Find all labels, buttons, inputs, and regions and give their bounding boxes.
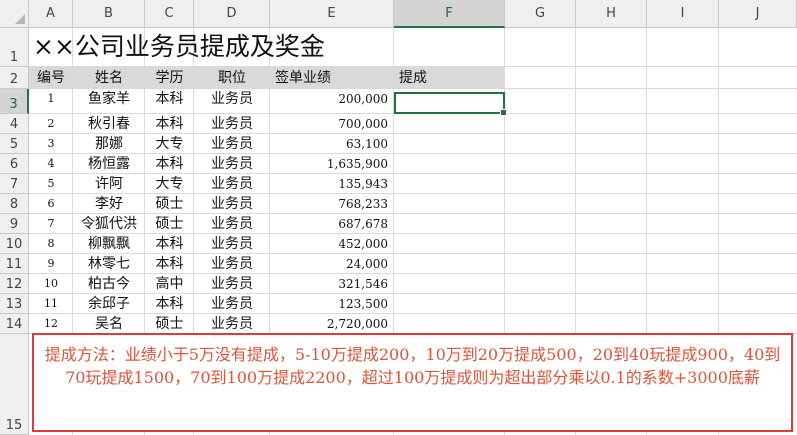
cell-education[interactable]: 本科 bbox=[145, 89, 194, 109]
select-all-corner[interactable] bbox=[0, 0, 29, 28]
cell-name[interactable]: 许阿 bbox=[73, 174, 145, 194]
cell-name[interactable]: 杨恒露 bbox=[73, 154, 145, 174]
cell-position[interactable]: 业务员 bbox=[194, 114, 270, 134]
column-header-g[interactable]: G bbox=[505, 0, 576, 28]
cell-id[interactable]: 7 bbox=[29, 214, 73, 234]
column-header-c[interactable]: C bbox=[145, 0, 194, 28]
cell-position[interactable]: 业务员 bbox=[194, 234, 270, 254]
cell-position[interactable]: 业务员 bbox=[194, 174, 270, 194]
column-header-d[interactable]: D bbox=[194, 0, 270, 28]
header-cell-c[interactable]: 学历 bbox=[145, 67, 194, 89]
cell-name[interactable]: 柳飘飘 bbox=[73, 234, 145, 254]
header-cell-b[interactable]: 姓名 bbox=[73, 67, 145, 89]
cell-position[interactable]: 业务员 bbox=[194, 314, 270, 334]
cell-id[interactable]: 9 bbox=[29, 254, 73, 274]
row-header-1[interactable]: 1 bbox=[0, 28, 29, 67]
column-header-a[interactable]: A bbox=[29, 0, 73, 28]
cell-id[interactable]: 2 bbox=[29, 114, 73, 134]
cell-education[interactable]: 高中 bbox=[145, 274, 194, 294]
row-header-13[interactable]: 13 bbox=[0, 294, 29, 314]
cell-education[interactable]: 大专 bbox=[145, 174, 194, 194]
cell-position[interactable]: 业务员 bbox=[194, 274, 270, 294]
cell-sales-amount[interactable]: 123,500 bbox=[270, 294, 394, 314]
row-header-6[interactable]: 6 bbox=[0, 154, 29, 174]
selected-cell-f3[interactable] bbox=[394, 92, 507, 116]
cell-sales-amount[interactable]: 1,635,900 bbox=[270, 154, 394, 174]
cell-id[interactable]: 11 bbox=[29, 294, 73, 314]
row-header-3[interactable]: 3 bbox=[0, 89, 29, 114]
row-header-14[interactable]: 14 bbox=[0, 314, 29, 334]
cell-id[interactable]: 4 bbox=[29, 154, 73, 174]
cell-position[interactable]: 业务员 bbox=[194, 89, 270, 109]
row-header-7[interactable]: 7 bbox=[0, 174, 29, 194]
header-cell-a[interactable]: 编号 bbox=[29, 67, 73, 89]
cell-position[interactable]: 业务员 bbox=[194, 194, 270, 214]
row-header-11[interactable]: 11 bbox=[0, 254, 29, 274]
cell-name[interactable]: 吴名 bbox=[73, 314, 145, 334]
cell-position[interactable]: 业务员 bbox=[194, 254, 270, 274]
cell-name[interactable]: 鱼家羊 bbox=[73, 89, 145, 109]
cell-sales-amount[interactable]: 135,943 bbox=[270, 174, 394, 194]
row-header-15[interactable]: 15 bbox=[0, 334, 29, 435]
cell-name[interactable]: 余邱子 bbox=[73, 294, 145, 314]
cell-sales-amount[interactable]: 200,000 bbox=[270, 89, 394, 109]
row-header-9[interactable]: 9 bbox=[0, 214, 29, 234]
cell-position[interactable]: 业务员 bbox=[194, 154, 270, 174]
cell-id[interactable]: 1 bbox=[29, 89, 73, 109]
row-header-10[interactable]: 10 bbox=[0, 234, 29, 254]
column-header-f[interactable]: F bbox=[394, 0, 505, 28]
cell-sales-amount[interactable]: 321,546 bbox=[270, 274, 394, 294]
cell-name[interactable]: 令狐代洪 bbox=[73, 214, 145, 234]
cell-id[interactable]: 12 bbox=[29, 314, 73, 334]
cell-education[interactable]: 本科 bbox=[145, 254, 194, 274]
cell-id[interactable]: 5 bbox=[29, 174, 73, 194]
cell-name[interactable]: 柏古今 bbox=[73, 274, 145, 294]
cell-name[interactable]: 林零七 bbox=[73, 254, 145, 274]
cell-id[interactable]: 10 bbox=[29, 274, 73, 294]
cell-name[interactable]: 李好 bbox=[73, 194, 145, 214]
cell-name[interactable]: 秋引春 bbox=[73, 114, 145, 134]
cell-sales-amount[interactable]: 687,678 bbox=[270, 214, 394, 234]
cell-position[interactable]: 业务员 bbox=[194, 294, 270, 314]
cell-education[interactable]: 本科 bbox=[145, 294, 194, 314]
cell-education[interactable]: 大专 bbox=[145, 134, 194, 154]
header-cell-e[interactable]: 签单业绩 bbox=[270, 67, 394, 89]
header-cell-f[interactable]: 提成 bbox=[394, 67, 505, 89]
cell-sales-amount[interactable]: 700,000 bbox=[270, 114, 394, 134]
cell-education[interactable]: 本科 bbox=[145, 234, 194, 254]
row-header-12[interactable]: 12 bbox=[0, 274, 29, 294]
cell-education[interactable]: 本科 bbox=[145, 154, 194, 174]
row-header-5[interactable]: 5 bbox=[0, 134, 29, 154]
cell-sales-amount[interactable]: 768,233 bbox=[270, 194, 394, 214]
cell-position[interactable]: 业务员 bbox=[194, 134, 270, 154]
commission-rules-note[interactable]: 提成方法：业绩小于5万没有提成，5-10万提成200，10万到20万提成500，… bbox=[32, 333, 793, 432]
cell-name[interactable]: 那娜 bbox=[73, 134, 145, 154]
row-header-8[interactable]: 8 bbox=[0, 194, 29, 214]
column-header-e[interactable]: E bbox=[270, 0, 394, 28]
sheet-title[interactable]: ××公司业务员提成及奖金 bbox=[29, 28, 509, 67]
cell-education[interactable]: 硕士 bbox=[145, 314, 194, 334]
column-header-b[interactable]: B bbox=[73, 0, 145, 28]
spreadsheet-grid[interactable]: A B C D E F G H I J 1 2 3 4 5 6 7 8 9 10 11 12 13 14 15 ××公司业务员提成… bbox=[0, 0, 797, 435]
row-header-2[interactable]: 2 bbox=[0, 67, 29, 89]
cell-id[interactable]: 8 bbox=[29, 234, 73, 254]
cell-education[interactable]: 硕士 bbox=[145, 194, 194, 214]
cell-position[interactable]: 业务员 bbox=[194, 214, 270, 234]
cell-sales-amount[interactable]: 63,100 bbox=[270, 134, 394, 154]
cell-id[interactable]: 6 bbox=[29, 194, 73, 214]
column-header-j[interactable]: J bbox=[719, 0, 797, 28]
column-header-i[interactable]: I bbox=[647, 0, 719, 28]
column-header-h[interactable]: H bbox=[576, 0, 647, 28]
cell-sales-amount[interactable]: 24,000 bbox=[270, 254, 394, 274]
cell-id[interactable]: 3 bbox=[29, 134, 73, 154]
header-cell-d[interactable]: 职位 bbox=[194, 67, 270, 89]
row-header-4[interactable]: 4 bbox=[0, 114, 29, 134]
cell-sales-amount[interactable]: 452,000 bbox=[270, 234, 394, 254]
cell-sales-amount[interactable]: 2,720,000 bbox=[270, 314, 394, 334]
cell-education[interactable]: 硕士 bbox=[145, 214, 194, 234]
cell-education[interactable]: 本科 bbox=[145, 114, 194, 134]
